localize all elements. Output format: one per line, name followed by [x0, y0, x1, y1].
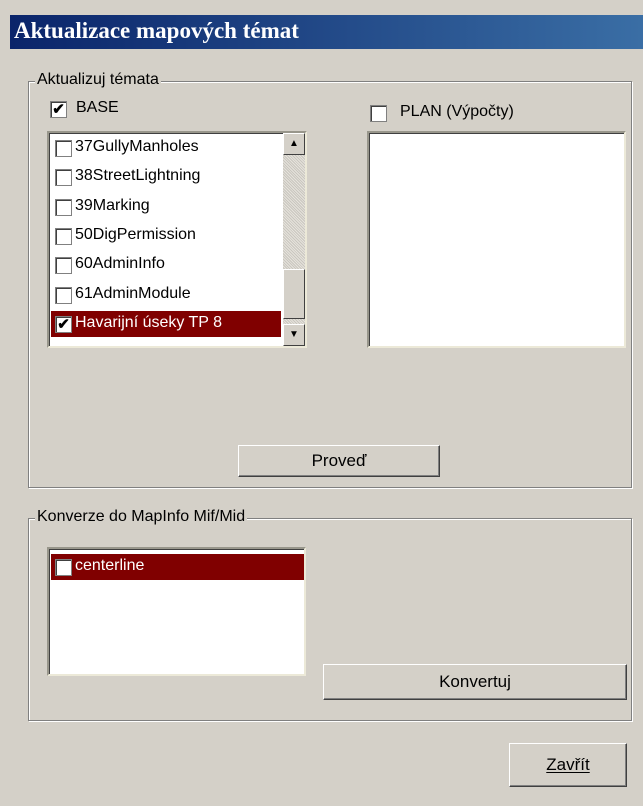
convert-group: Konverze do MapInfo Mif/Mid centerline K…: [28, 508, 632, 721]
item-label: 50DigPermission: [75, 226, 196, 243]
item-checkbox[interactable]: [55, 169, 72, 186]
item-checkbox[interactable]: [55, 287, 72, 304]
update-topics-legend: Aktualizuj témata: [35, 71, 161, 89]
item-label: Havarijní úseky TP 8: [75, 314, 223, 331]
list-item-selected[interactable]: centerline: [51, 554, 304, 580]
base-list-scrollbar[interactable]: ▲ ▼: [283, 133, 305, 346]
plan-checkbox[interactable]: [370, 105, 387, 122]
list-item[interactable]: 38StreetLightning: [51, 164, 305, 190]
plan-topics-list[interactable]: [367, 131, 626, 348]
convert-button[interactable]: Konvertuj: [323, 664, 627, 700]
list-item[interactable]: 39Marking: [51, 194, 305, 220]
item-label: centerline: [75, 557, 145, 574]
list-item[interactable]: 61AdminModule: [51, 282, 305, 308]
window-title: Aktualizace mapových témat: [14, 18, 299, 43]
item-checkbox[interactable]: [55, 140, 72, 157]
item-label: 61AdminModule: [75, 285, 191, 302]
convert-layers-list[interactable]: centerline: [47, 547, 306, 676]
list-item[interactable]: 60AdminInfo: [51, 252, 305, 278]
item-label: 60AdminInfo: [75, 255, 165, 272]
list-item[interactable]: 37GullyManholes: [51, 135, 305, 161]
base-label: BASE: [76, 99, 119, 116]
close-button[interactable]: Zavřít: [509, 743, 627, 787]
list-item-selected[interactable]: ✔ Havarijní úseky TP 8: [51, 311, 281, 337]
convert-legend: Konverze do MapInfo Mif/Mid: [35, 508, 248, 526]
base-topics-list[interactable]: 37GullyManholes 38StreetLightning 39Mark…: [47, 131, 307, 348]
item-checkbox[interactable]: [55, 199, 72, 216]
scroll-down-arrow-icon[interactable]: ▼: [283, 324, 305, 346]
item-label: 37GullyManholes: [75, 138, 199, 155]
item-label: 39Marking: [75, 197, 150, 214]
title-bar: Aktualizace mapových témat: [10, 15, 643, 49]
item-label: 38StreetLightning: [75, 167, 201, 184]
scrollbar-thumb[interactable]: [283, 269, 305, 319]
list-item[interactable]: 50DigPermission: [51, 223, 305, 249]
scroll-up-arrow-icon[interactable]: ▲: [283, 133, 305, 155]
base-checkbox[interactable]: ✔: [50, 101, 67, 118]
update-topics-group: Aktualizuj témata ✔ BASE PLAN (Výpočty) …: [28, 71, 632, 488]
item-checkbox[interactable]: ✔: [55, 316, 72, 333]
item-checkbox[interactable]: [55, 257, 72, 274]
plan-label: PLAN (Výpočty): [400, 103, 514, 120]
item-checkbox[interactable]: [55, 228, 72, 245]
item-checkbox[interactable]: [55, 559, 72, 576]
execute-button[interactable]: Proveď: [238, 445, 440, 477]
